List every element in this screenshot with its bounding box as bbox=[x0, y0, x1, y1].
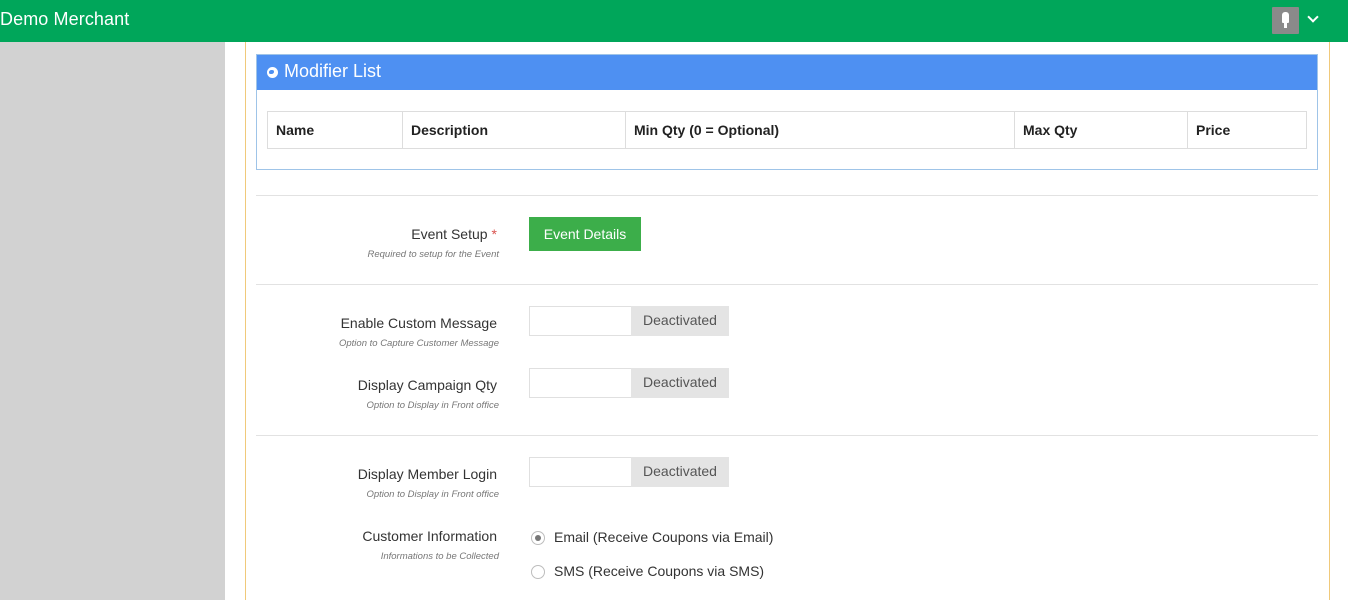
globe-icon bbox=[267, 67, 278, 78]
column-header-name: Name bbox=[267, 111, 403, 149]
custom-message-label: Enable Custom Message bbox=[340, 315, 497, 331]
column-header-min-qty: Min Qty (0 = Optional) bbox=[625, 111, 1015, 149]
member-login-toggle[interactable]: Deactivated bbox=[529, 457, 729, 487]
event-details-button[interactable]: Event Details bbox=[529, 217, 641, 251]
custom-message-hint: Option to Capture Customer Message bbox=[339, 338, 499, 349]
campaign-qty-toggle[interactable]: Deactivated bbox=[529, 368, 729, 398]
panel-title: Modifier List bbox=[284, 61, 382, 81]
custom-message-toggle[interactable]: Deactivated bbox=[529, 306, 729, 336]
customer-info-label: Customer Information bbox=[362, 528, 497, 544]
customer-info-hint: Informations to be Collected bbox=[380, 551, 499, 562]
sms-radio-label[interactable]: SMS (Receive Coupons via SMS) bbox=[554, 563, 764, 579]
toggle-state-label[interactable]: Deactivated bbox=[631, 306, 729, 336]
column-header-max-qty: Max Qty bbox=[1014, 111, 1188, 149]
required-mark: * bbox=[491, 226, 497, 242]
toggle-state-label[interactable]: Deactivated bbox=[631, 457, 729, 487]
column-header-description: Description bbox=[402, 111, 626, 149]
toggle-switch-area[interactable] bbox=[529, 457, 632, 487]
top-navbar: Demo Merchant bbox=[0, 0, 1348, 42]
modifier-list-panel: Modifier List Name Description Min Qty (… bbox=[256, 54, 1318, 170]
sidebar bbox=[0, 42, 225, 600]
email-radio-label[interactable]: Email (Receive Coupons via Email) bbox=[554, 529, 773, 545]
column-header-price: Price bbox=[1187, 111, 1307, 149]
section-divider bbox=[256, 195, 1318, 196]
event-setup-hint: Required to setup for the Event bbox=[367, 249, 500, 260]
section-divider bbox=[256, 284, 1318, 285]
toggle-state-label[interactable]: Deactivated bbox=[631, 368, 729, 398]
chevron-down-icon[interactable] bbox=[1307, 11, 1319, 23]
member-login-label: Display Member Login bbox=[357, 466, 497, 482]
event-setup-label: Event Setup * bbox=[411, 226, 497, 242]
section-divider bbox=[256, 435, 1318, 436]
sms-radio[interactable] bbox=[531, 565, 545, 579]
modifier-table: Name Description Min Qty (0 = Optional) … bbox=[267, 111, 1307, 149]
panel-header: Modifier List bbox=[257, 55, 1317, 90]
campaign-qty-label: Display Campaign Qty bbox=[357, 377, 497, 393]
toggle-switch-area[interactable] bbox=[529, 368, 632, 398]
campaign-qty-hint: Option to Display in Front office bbox=[366, 400, 499, 411]
member-login-hint: Option to Display in Front office bbox=[366, 489, 499, 500]
toggle-switch-area[interactable] bbox=[529, 306, 632, 336]
user-avatar-icon[interactable] bbox=[1272, 7, 1299, 34]
brand-name[interactable]: Demo Merchant bbox=[0, 9, 129, 30]
table-header-row: Name Description Min Qty (0 = Optional) … bbox=[267, 111, 1307, 149]
email-radio[interactable] bbox=[531, 531, 545, 545]
